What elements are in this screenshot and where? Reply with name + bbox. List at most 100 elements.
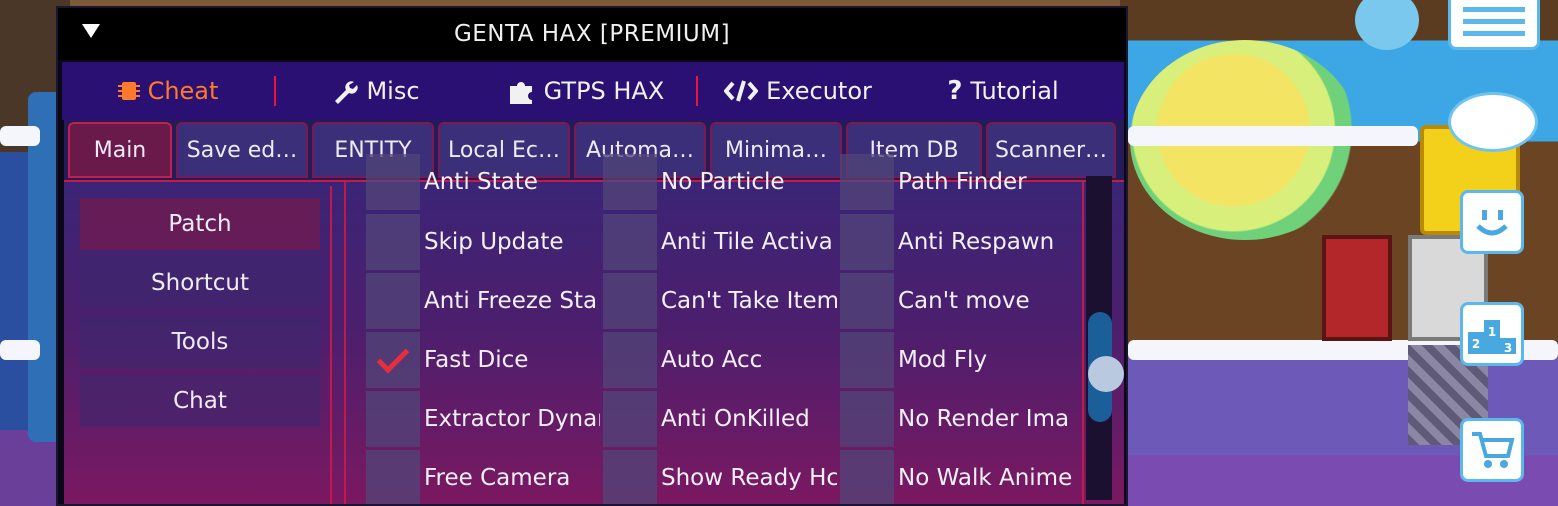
wrench-icon — [332, 78, 359, 104]
side-nav: Patch Shortcut Tools Chat — [70, 186, 332, 504]
checkmark-icon — [376, 340, 410, 374]
checkbox-box[interactable] — [840, 391, 894, 447]
tab-tutorial[interactable]: ? Tutorial — [898, 62, 1108, 120]
checkbox-box[interactable] — [366, 332, 420, 388]
checkbox-label: Auto Acc — [661, 347, 763, 373]
question-icon: ? — [947, 76, 963, 106]
collapse-arrow-icon[interactable] — [82, 24, 100, 38]
tab-executor[interactable]: Executor — [698, 62, 898, 120]
checkbox-label: Anti Freeze Sta — [424, 288, 598, 314]
puzzle-icon — [508, 78, 536, 104]
side-nav-label: Chat — [173, 388, 227, 414]
side-nav-patch[interactable]: Patch — [80, 198, 320, 250]
checkbox-anti-freeze-state[interactable]: Anti Freeze Sta — [366, 273, 600, 329]
checkbox-label: Path Finder — [898, 169, 1027, 195]
checkbox-box[interactable] — [366, 214, 420, 270]
checkbox-box[interactable] — [603, 450, 657, 504]
checkbox-box[interactable] — [840, 273, 894, 329]
checkbox-box[interactable] — [603, 332, 657, 388]
checkbox-grid: Anti State No Particle Path Finder Skip … — [344, 154, 1084, 504]
game-snow-ledge — [0, 126, 40, 146]
chat-bubble-icon[interactable] — [1448, 92, 1538, 152]
checkbox-no-particle[interactable]: No Particle — [603, 154, 837, 210]
side-nav-label: Shortcut — [151, 270, 249, 296]
checkbox-anti-respawn[interactable]: Anti Respawn — [840, 214, 1074, 270]
window-title: GENTA HAX [PREMIUM] — [453, 21, 731, 47]
checkbox-auto-acc[interactable]: Auto Acc — [603, 332, 837, 388]
podium-number-2: 2 — [1472, 337, 1480, 351]
checkbox-box[interactable] — [603, 273, 657, 329]
side-nav-label: Tools — [171, 329, 229, 355]
side-nav-shortcut[interactable]: Shortcut — [80, 257, 320, 309]
checkbox-mod-fly[interactable]: Mod Fly — [840, 332, 1074, 388]
checkbox-box[interactable] — [366, 450, 420, 504]
checkbox-label: Extractor Dynar — [424, 406, 600, 432]
checkbox-box[interactable] — [603, 154, 657, 210]
top-tab-bar: Cheat Misc GTPS HAX Executor ? Tutorial — [62, 62, 1124, 120]
game-door-red — [1322, 235, 1392, 341]
checkbox-extractor-dynamic[interactable]: Extractor Dynar — [366, 391, 600, 447]
checkbox-label: No Walk Anime — [898, 465, 1073, 491]
checkbox-label: No Particle — [661, 169, 785, 195]
checkbox-label: Skip Update — [424, 229, 564, 255]
scrollbar-knob[interactable] — [1088, 356, 1124, 392]
checkbox-box[interactable] — [603, 391, 657, 447]
checkbox-box[interactable] — [840, 332, 894, 388]
side-nav-label: Patch — [168, 211, 232, 237]
checkbox-label: Mod Fly — [898, 347, 988, 373]
checkbox-show-ready-harvest[interactable]: Show Ready Hc — [603, 450, 837, 504]
game-snow-ledge — [0, 340, 40, 360]
checkbox-label: Show Ready Hc — [661, 465, 837, 491]
checkbox-box[interactable] — [603, 214, 657, 270]
podium-number-3: 3 — [1504, 341, 1512, 355]
checkbox-no-walk-animation[interactable]: No Walk Anime — [840, 450, 1074, 504]
game-snow-ledge — [1128, 126, 1418, 146]
smiley-icon[interactable] — [1460, 190, 1524, 254]
tab-cheat[interactable]: Cheat — [62, 62, 274, 120]
checkbox-box[interactable] — [840, 214, 894, 270]
side-nav-tools[interactable]: Tools — [80, 316, 320, 368]
cart-icon[interactable] — [1460, 418, 1524, 482]
subtab-save-ed[interactable]: Save ed… — [176, 122, 308, 178]
checkbox-label: Free Camera — [424, 465, 571, 491]
checkbox-box[interactable] — [366, 391, 420, 447]
checkbox-label: Anti Tile Activa — [661, 229, 833, 255]
checkbox-cant-take-item[interactable]: Can't Take Item — [603, 273, 837, 329]
checkbox-box[interactable] — [366, 154, 420, 210]
checkbox-no-render-image[interactable]: No Render Ima — [840, 391, 1074, 447]
tab-label: Tutorial — [970, 77, 1059, 105]
checkbox-path-finder[interactable]: Path Finder — [840, 154, 1074, 210]
checkbox-box[interactable] — [840, 154, 894, 210]
checkbox-free-camera[interactable]: Free Camera — [366, 450, 600, 504]
cheat-panel: GENTA HAX [PREMIUM] Cheat Misc GTPS HAX … — [56, 6, 1128, 506]
subtab-main[interactable]: Main — [68, 122, 172, 178]
checkbox-skip-update[interactable]: Skip Update — [366, 214, 600, 270]
checkbox-fast-dice[interactable]: Fast Dice — [366, 332, 600, 388]
checkbox-anti-tile-activation[interactable]: Anti Tile Activa — [603, 214, 837, 270]
side-nav-chat[interactable]: Chat — [80, 375, 320, 427]
leaderboard-icon[interactable]: 1 2 3 — [1460, 302, 1524, 366]
checkbox-label: Anti State — [424, 169, 538, 195]
title-bar[interactable]: GENTA HAX [PREMIUM] — [58, 8, 1126, 60]
checkbox-box[interactable] — [366, 273, 420, 329]
tab-gtps-hax[interactable]: GTPS HAX — [476, 62, 696, 120]
tab-label: Misc — [366, 77, 420, 105]
podium-number-1: 1 — [1488, 325, 1496, 339]
checkbox-label: No Render Ima — [898, 406, 1070, 432]
content-area: Patch Shortcut Tools Chat Anti State No … — [64, 154, 1124, 504]
checkbox-label: Can't move — [898, 288, 1030, 314]
list-icon[interactable] — [1448, 0, 1540, 50]
chip-icon — [117, 80, 140, 102]
checkbox-label: Anti OnKilled — [661, 406, 810, 432]
subtab-label: Main — [93, 137, 147, 163]
tab-label: GTPS HAX — [543, 77, 665, 105]
checkbox-box[interactable] — [840, 450, 894, 504]
tab-label: Cheat — [147, 77, 219, 105]
code-icon — [724, 79, 759, 103]
tab-misc[interactable]: Misc — [276, 62, 476, 120]
checkbox-anti-onkilled[interactable]: Anti OnKilled — [603, 391, 837, 447]
checkbox-label: Anti Respawn — [898, 229, 1055, 255]
checkbox-anti-state[interactable]: Anti State — [366, 154, 600, 210]
checkbox-cant-move[interactable]: Can't move — [840, 273, 1074, 329]
subtab-label: Save ed… — [186, 137, 298, 163]
